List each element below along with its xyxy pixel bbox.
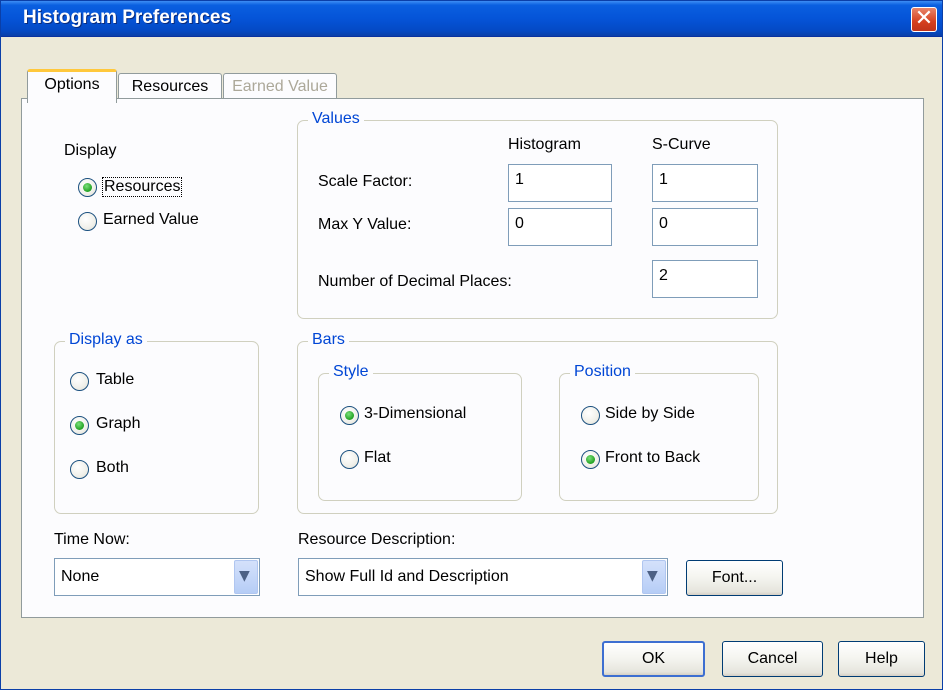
display-as-table-label[interactable]: Table	[96, 371, 134, 389]
display-as-legend: Display as	[65, 331, 147, 349]
resource-description-value: Show Full Id and Description	[305, 568, 509, 585]
decimal-places-input[interactable]: 2	[652, 260, 758, 298]
max-y-scurve-input[interactable]: 0	[652, 208, 758, 246]
resource-description-label: Resource Description:	[298, 531, 456, 548]
decimal-places-label: Number of Decimal Places:	[318, 273, 512, 290]
bars-style-group: Style 3-Dimensional Flat	[318, 363, 522, 501]
cancel-button[interactable]: Cancel	[722, 641, 823, 677]
chevron-down-icon: ▼	[239, 568, 250, 584]
display-as-table-radio[interactable]	[70, 372, 89, 391]
close-button[interactable]: ✕	[911, 6, 937, 32]
help-button-label: Help	[865, 650, 898, 667]
bars-legend: Bars	[308, 331, 349, 349]
position-front-to-back-label[interactable]: Front to Back	[605, 449, 700, 467]
display-as-both-radio[interactable]	[70, 460, 89, 479]
display-resources-radio[interactable]	[78, 178, 97, 197]
title-bar[interactable]: Histogram Preferences ✕	[1, 1, 942, 37]
time-now-value: None	[61, 568, 100, 585]
style-3d-radio[interactable]	[340, 406, 359, 425]
chevron-down-icon: ▼	[647, 568, 658, 584]
position-front-to-back-radio[interactable]	[581, 450, 600, 469]
scale-factor-label: Scale Factor:	[318, 173, 413, 190]
display-as-both-label[interactable]: Both	[96, 459, 129, 477]
style-flat-radio[interactable]	[340, 450, 359, 469]
bars-position-group: Position Side by Side Front to Back	[559, 363, 759, 501]
resource-description-dropdown-button[interactable]: ▼	[642, 560, 666, 594]
tab-options[interactable]: Options	[27, 69, 117, 103]
display-earned-value-label[interactable]: Earned Value	[103, 211, 199, 229]
values-group: Values Histogram S-Curve Scale Factor: 1…	[297, 110, 778, 319]
bars-group: Bars Style 3-Dimensional Flat Position S…	[297, 331, 778, 514]
display-earned-value-radio[interactable]	[78, 212, 97, 231]
scale-factor-scurve-input[interactable]: 1	[652, 164, 758, 202]
dialog-window: Histogram Preferences ✕ Options Resource…	[0, 0, 943, 690]
tab-earned-value: Earned Value	[223, 73, 337, 101]
display-label: Display	[64, 142, 117, 159]
style-flat-label[interactable]: Flat	[364, 449, 391, 467]
max-y-value-label: Max Y Value:	[318, 216, 412, 233]
display-as-graph-label[interactable]: Graph	[96, 415, 140, 433]
options-panel: Display Resources Earned Value Values Hi…	[21, 98, 924, 618]
display-as-graph-radio[interactable]	[70, 416, 89, 435]
tab-resources[interactable]: Resources	[118, 73, 222, 101]
display-as-group: Display as Table Graph Both	[54, 331, 259, 514]
cancel-button-label: Cancel	[747, 650, 798, 667]
bars-style-legend: Style	[329, 363, 373, 381]
bars-position-legend: Position	[570, 363, 635, 381]
position-side-by-side-label[interactable]: Side by Side	[605, 405, 695, 423]
font-button[interactable]: Font...	[686, 560, 783, 596]
time-now-dropdown-button[interactable]: ▼	[234, 560, 258, 594]
scale-factor-histogram-input[interactable]: 1	[508, 164, 612, 202]
tab-earned-value-label: Earned Value	[232, 78, 328, 95]
font-button-label: Font...	[711, 569, 758, 586]
tab-resources-label: Resources	[131, 78, 209, 95]
help-button[interactable]: Help	[838, 641, 925, 677]
style-3d-label[interactable]: 3-Dimensional	[364, 405, 466, 423]
scurve-column-header: S-Curve	[652, 136, 711, 153]
window-title: Histogram Preferences	[23, 7, 232, 28]
values-legend: Values	[308, 110, 364, 128]
histogram-column-header: Histogram	[508, 136, 581, 153]
position-side-by-side-radio[interactable]	[581, 406, 600, 425]
resource-description-dropdown[interactable]: Show Full Id and Description ▼	[298, 558, 668, 596]
time-now-label: Time Now:	[54, 531, 130, 548]
ok-button[interactable]: OK	[602, 641, 705, 677]
time-now-dropdown[interactable]: None ▼	[54, 558, 260, 596]
close-icon: ✕	[914, 6, 934, 31]
max-y-histogram-input[interactable]: 0	[508, 208, 612, 246]
tab-options-label: Options	[44, 76, 100, 93]
ok-button-label: OK	[641, 650, 666, 667]
display-resources-label[interactable]: Resources	[102, 177, 183, 197]
